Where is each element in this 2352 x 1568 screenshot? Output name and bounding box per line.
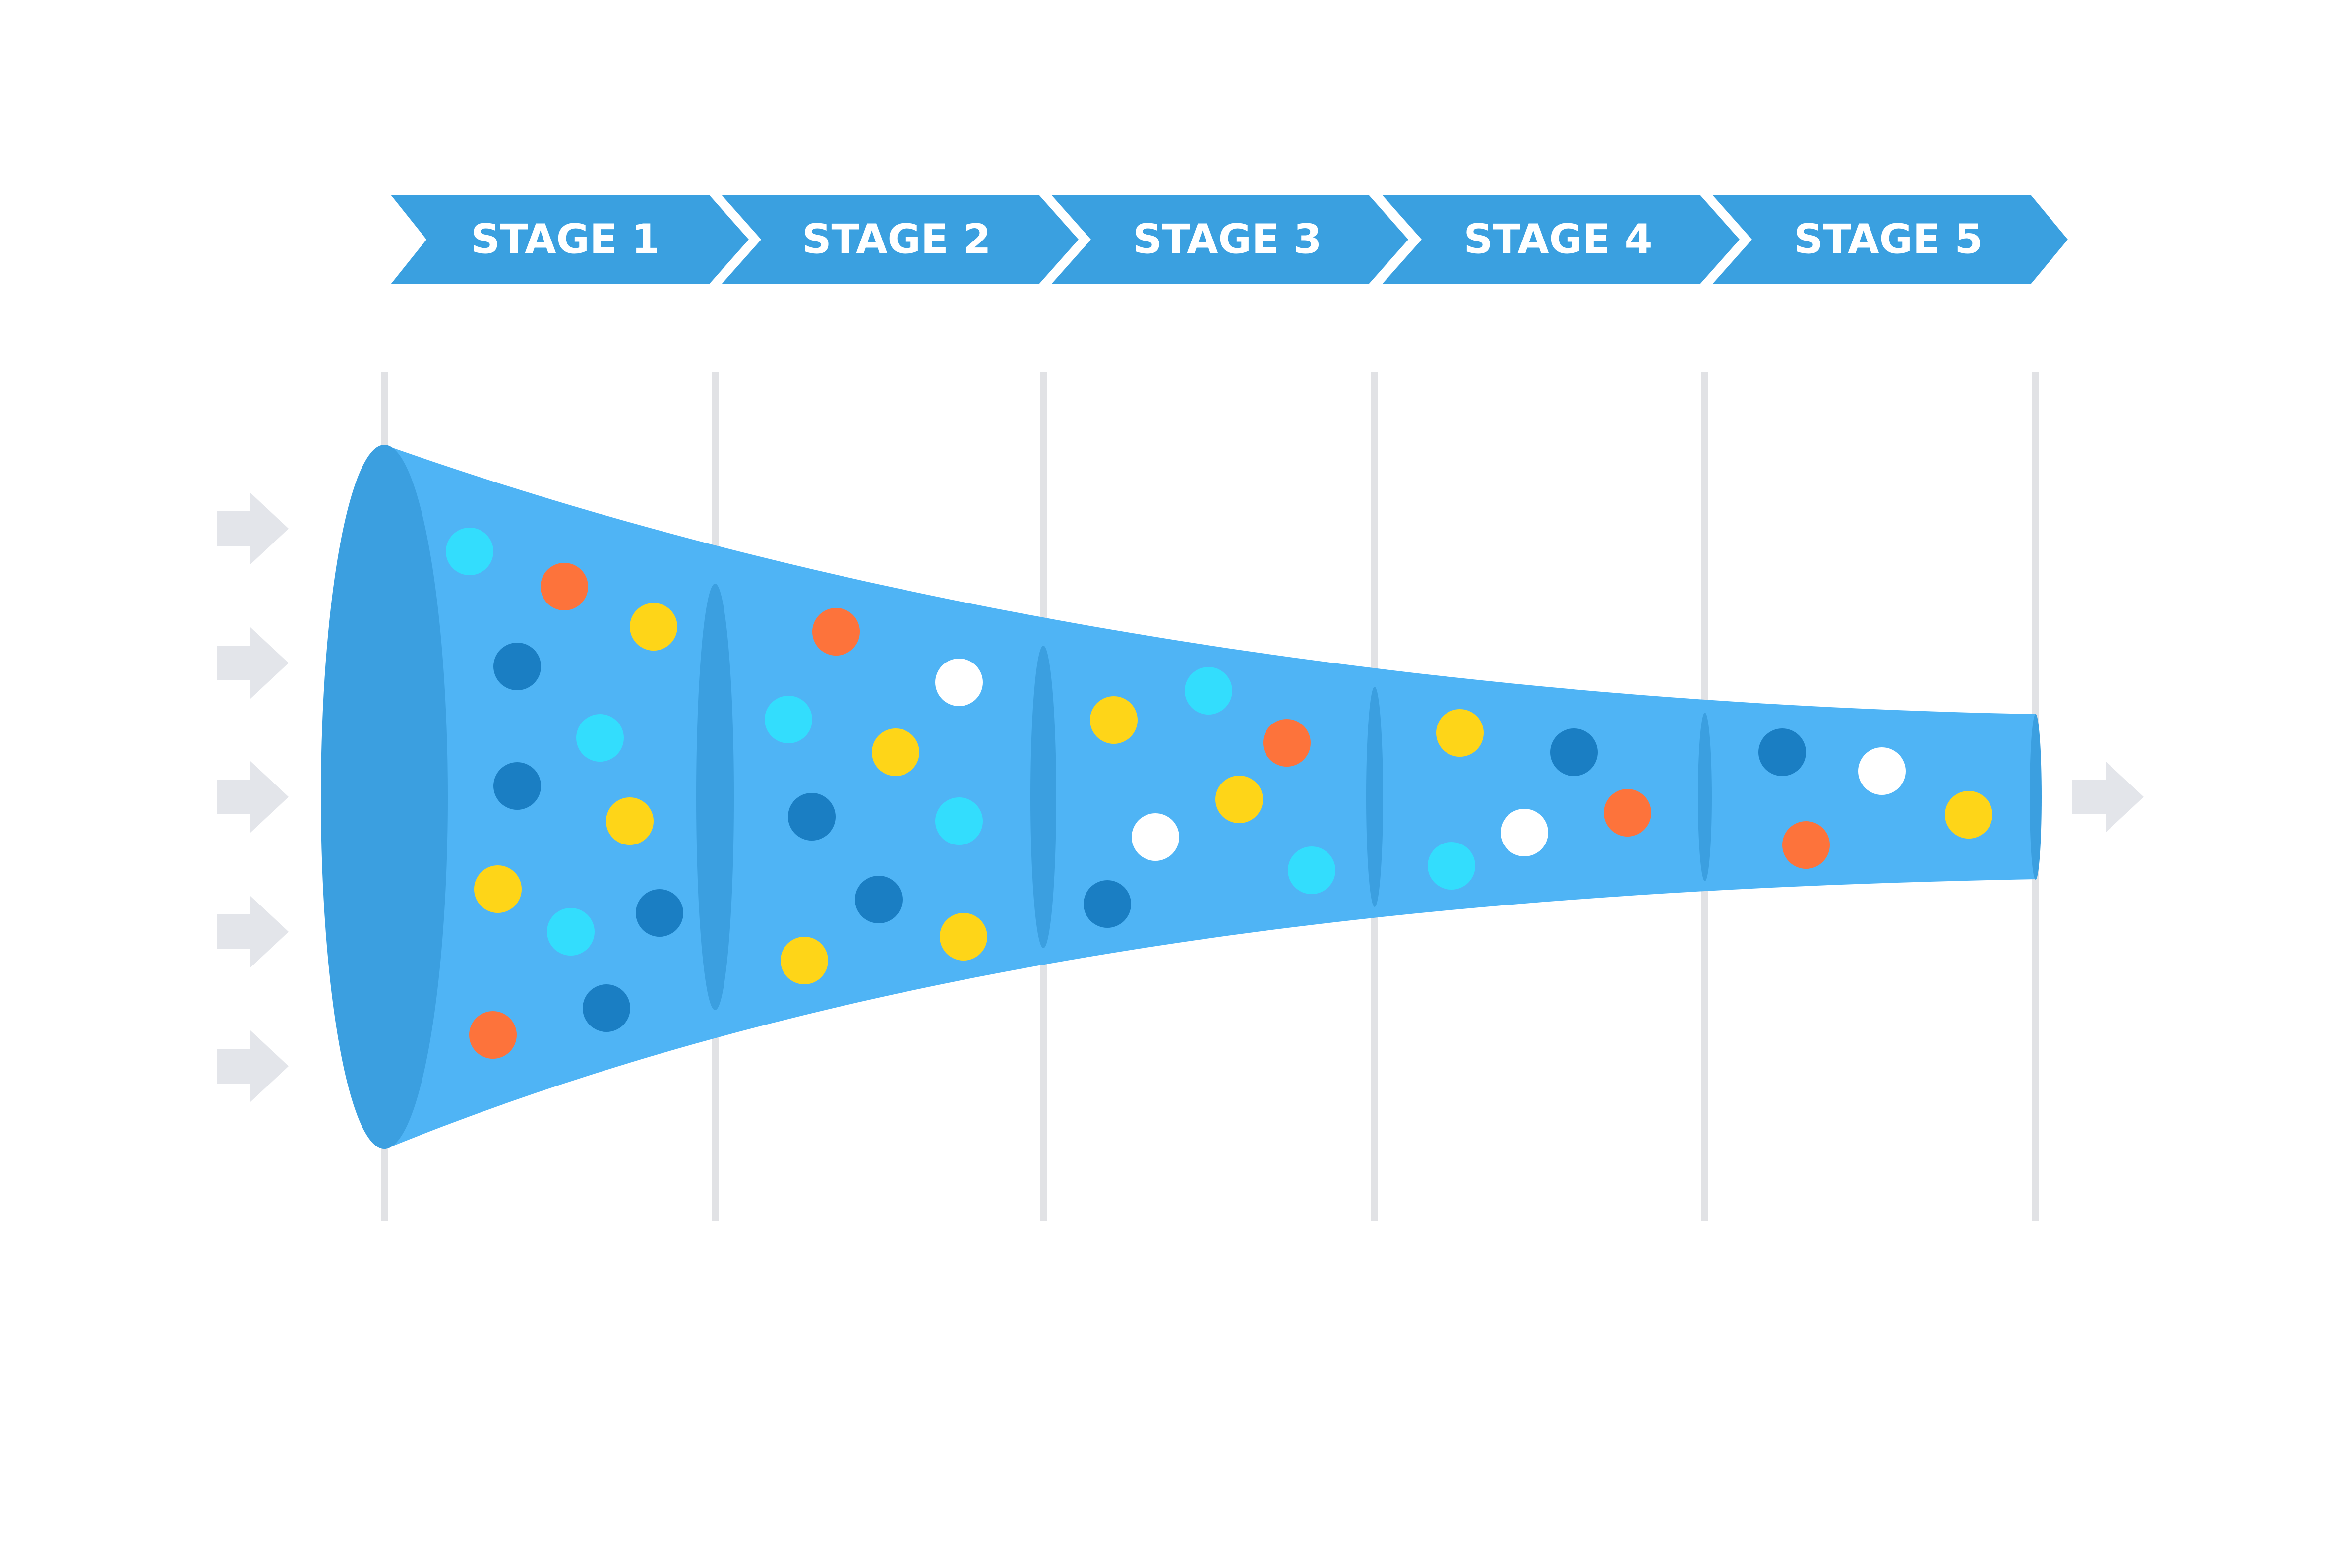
funnel-dot-navy [493,762,541,810]
funnel-dot-cyan [1428,842,1475,890]
funnel-dot-yellow [1090,696,1138,744]
stage-chevron-4[interactable]: STAGE 4 [1382,195,1740,284]
funnel-dot-yellow [940,913,987,961]
output-arrows [2072,761,2144,833]
funnel-dot-yellow [1436,709,1484,757]
funnel-dot-cyan [547,908,595,956]
funnel-dot-navy [1550,728,1598,776]
funnel-dot-white [1501,809,1548,856]
stage-label: STAGE 5 [1794,216,1983,263]
funnel-dot-white [935,659,983,706]
funnel-dot-yellow [781,937,828,984]
input-arrow-icon [217,761,289,833]
input-arrow-icon [217,896,289,967]
funnel-section-ring [1366,687,1383,907]
output-arrow-icon [2072,761,2144,833]
funnel-dot-navy [493,643,541,690]
funnel [321,445,2042,1149]
funnel-dot-navy [1084,880,1131,928]
funnel-mouth [321,445,448,1149]
funnel-dot-cyan [765,696,812,743]
funnel-dot-navy [1758,728,1806,776]
funnel-dot-yellow [474,865,522,913]
funnel-dot-white [1858,747,1906,795]
funnel-dot-yellow [606,797,654,845]
funnel-dot-cyan [935,797,983,845]
funnel-spout [2030,714,2042,880]
stage-chevron-5[interactable]: STAGE 5 [1712,195,2068,284]
stage-label: STAGE 4 [1463,216,1652,263]
funnel-dot-white [1132,813,1179,861]
stage-label: STAGE 3 [1133,216,1322,263]
funnel-dot-orange [1263,719,1311,767]
funnel-section-ring [1030,646,1056,948]
funnel-dot-yellow [872,728,919,776]
funnel-dot-cyan [1288,846,1335,894]
funnel-diagram: STAGE 1 STAGE 2 STAGE 3 STAGE 4 STAGE 5 [217,195,2144,1221]
funnel-dot-yellow [630,603,677,651]
funnel-dot-navy [583,984,630,1032]
stage-banner: STAGE 1 STAGE 2 STAGE 3 STAGE 4 STAGE 5 [391,195,2068,284]
stage-label: STAGE 2 [802,216,991,263]
funnel-dot-yellow [1215,776,1263,823]
funnel-dot-orange [1604,789,1651,837]
funnel-dot-cyan [446,528,493,575]
stage-chevron-3[interactable]: STAGE 3 [1051,195,1408,284]
funnel-dot-cyan [576,714,624,762]
funnel-dot-yellow [1945,791,1992,839]
funnel-section-ring [1698,713,1712,881]
input-arrow-icon [217,627,289,699]
input-arrows [217,493,289,1102]
input-arrow-icon [217,493,289,564]
funnel-dot-navy [855,876,903,923]
funnel-dot-navy [788,793,836,841]
funnel-dot-orange [812,608,860,656]
funnel-dot-cyan [1185,667,1232,715]
funnel-body [384,445,2036,1149]
stage-chevron-1[interactable]: STAGE 1 [391,195,749,284]
funnel-dot-navy [636,889,683,937]
funnel-section-ring [696,584,734,1010]
funnel-dot-orange [541,563,588,610]
input-arrow-icon [217,1030,289,1102]
funnel-dot-orange [1782,821,1830,869]
funnel-dot-orange [469,1011,517,1059]
stage-label: STAGE 1 [471,216,660,263]
stage-chevron-2[interactable]: STAGE 2 [722,195,1079,284]
